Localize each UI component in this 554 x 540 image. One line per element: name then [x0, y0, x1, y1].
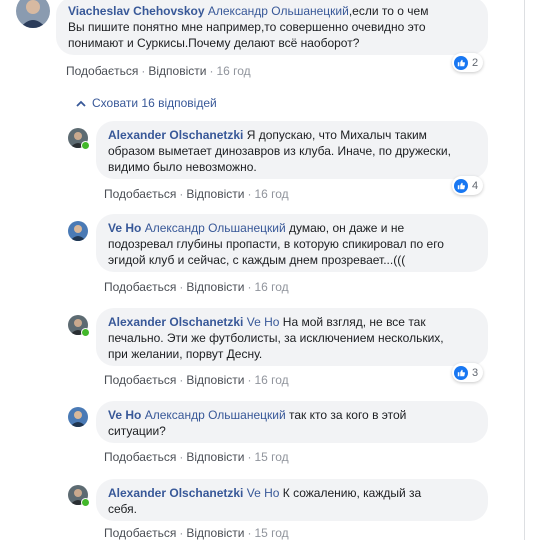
comment-author[interactable]: Alexander Olschanetzki: [108, 315, 243, 329]
comment-text: так кто за кого в этой: [285, 408, 407, 422]
avatar[interactable]: [16, 0, 50, 28]
comment-text: Я допускаю, что Михалыч таким: [243, 128, 427, 142]
comment-text: думаю, он даже и не: [285, 221, 405, 235]
comment-text: образом выметает динозавров из клуба. Ин…: [108, 144, 451, 158]
comment-text: видимо было невозможно.: [108, 160, 257, 174]
reply-link[interactable]: Відповісти: [186, 450, 244, 464]
comment-author[interactable]: Ve Ho: [108, 221, 141, 235]
comment-actions: Подобається · Відповісти · 15 год: [104, 526, 289, 540]
timestamp[interactable]: 15 год: [254, 526, 288, 540]
comment-bubble: Viacheslav Chehovskoy Александр Ольшанец…: [56, 0, 488, 55]
like-link[interactable]: Подобається: [104, 280, 176, 294]
comment-mention[interactable]: Александр Ольшанецкий: [208, 4, 349, 18]
like-link[interactable]: Подобається: [104, 187, 176, 201]
comment-author[interactable]: Alexander Olschanetzki: [108, 128, 243, 142]
online-status-icon: [81, 328, 90, 337]
chevron-up-icon: [76, 96, 86, 110]
comment-text: при желании, порвут Десну.: [108, 347, 263, 361]
hide-replies-link[interactable]: Сховати 16 відповідей: [76, 96, 217, 110]
reaction-count[interactable]: 3: [452, 363, 484, 382]
comment-text: ситуации?: [108, 424, 166, 438]
comment-text: К сожалению, каждый за: [279, 486, 422, 500]
comment-text: понимают и Суркисы.Почему делают всё нао…: [68, 36, 360, 50]
comment-text: печально. Эти же футболисты, за исключен…: [108, 331, 444, 345]
like-link[interactable]: Подобається: [104, 373, 176, 387]
comment-bubble: Alexander Olschanetzki Я допускаю, что М…: [96, 121, 488, 179]
timestamp[interactable]: 16 год: [254, 280, 288, 294]
reply-link[interactable]: Відповісти: [186, 526, 244, 540]
comment-text: ,если то о чем: [348, 4, 429, 18]
comment-mention[interactable]: Ve Ho: [247, 315, 280, 329]
comment-bubble: Alexander Olschanetzki Ve Ho На мой взгл…: [96, 308, 488, 366]
comment-mention[interactable]: Александр Ольшанецкий: [145, 221, 286, 235]
comment-text: На мой взгляд, не все так: [279, 315, 426, 329]
comment-actions: Подобається · Відповісти · 16 год: [66, 64, 251, 78]
comment-mention[interactable]: Александр Ольшанецкий: [145, 408, 286, 422]
like-link[interactable]: Подобається: [104, 450, 176, 464]
comment-bubble: Ve Ho Александр Ольшанецкий так кто за к…: [96, 401, 488, 443]
reply-link[interactable]: Відповісти: [186, 187, 244, 201]
like-link[interactable]: Подобається: [104, 526, 176, 540]
avatar[interactable]: [68, 221, 88, 241]
scrollbar-track[interactable]: [525, 0, 554, 540]
comment-text: подозревал глубины пропасти, в которую с…: [108, 237, 444, 251]
comment-actions: Подобається · Відповісти · 15 год: [104, 450, 289, 464]
comment-author[interactable]: Ve Ho: [108, 408, 141, 422]
timestamp[interactable]: 16 год: [254, 187, 288, 201]
comment-author[interactable]: Alexander Olschanetzki: [108, 486, 243, 500]
comment-bubble: Ve Ho Александр Ольшанецкий думаю, он да…: [96, 214, 488, 272]
reaction-count[interactable]: 4: [452, 176, 484, 195]
reaction-count[interactable]: 2: [452, 53, 484, 72]
comment-text: эгидой клуб и сейчас, с каждым днем проз…: [108, 253, 406, 267]
comment-actions: Подобається · Відповісти · 16 год: [104, 187, 289, 201]
like-icon: [454, 55, 468, 70]
comment-bubble: Alexander Olschanetzki Ve Ho К сожалению…: [96, 479, 488, 521]
timestamp[interactable]: 16 год: [216, 64, 250, 78]
avatar[interactable]: [68, 407, 88, 427]
like-icon: [454, 178, 468, 193]
reply-link[interactable]: Відповісти: [186, 373, 244, 387]
timestamp[interactable]: 15 год: [254, 450, 288, 464]
comment-actions: Подобається · Відповісти · 16 год: [104, 373, 289, 387]
like-icon: [454, 365, 468, 380]
timestamp[interactable]: 16 год: [254, 373, 288, 387]
reply-link[interactable]: Відповісти: [148, 64, 206, 78]
like-link[interactable]: Подобається: [66, 64, 138, 78]
online-status-icon: [81, 498, 90, 507]
comment-text: Вы пишите понятно мне например,то соверш…: [68, 20, 426, 34]
comment-mention[interactable]: Ve Ho: [247, 486, 280, 500]
online-status-icon: [81, 141, 90, 150]
comment-actions: Подобається · Відповісти · 16 год: [104, 280, 289, 294]
comment-author[interactable]: Viacheslav Chehovskoy: [68, 4, 205, 18]
reply-link[interactable]: Відповісти: [186, 280, 244, 294]
comment-text: себя.: [108, 502, 137, 516]
